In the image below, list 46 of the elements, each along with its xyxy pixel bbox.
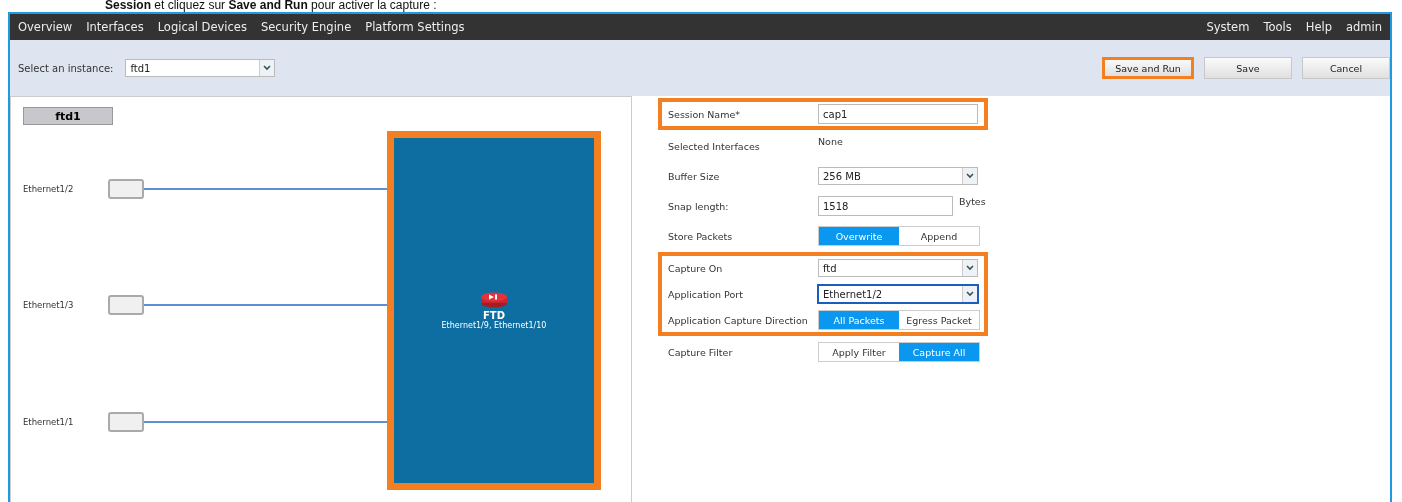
nav-link[interactable]: Platform Settings (365, 20, 465, 34)
text-field[interactable]: 1518 (818, 196, 953, 216)
port-node[interactable] (108, 411, 144, 432)
port-label: Ethernet1/3 (23, 300, 75, 311)
dropdown[interactable]: ftd (818, 259, 978, 277)
nav-link[interactable]: Overview (18, 20, 73, 34)
toolbar-button[interactable]: Cancel (1302, 57, 1390, 79)
field-label: Application Port (668, 288, 744, 300)
field-label: Store Packets (668, 230, 734, 242)
text-field[interactable]: cap1 (818, 104, 978, 124)
field-label: Snap length: (668, 200, 730, 212)
field-label: Capture Filter (668, 346, 734, 358)
app-interfaces: Ethernet1/9, Ethernet1/10 (441, 320, 547, 330)
app-name: FTD (483, 309, 505, 321)
toolbar-button[interactable]: Save and Run (1102, 57, 1194, 79)
nav-link[interactable]: Tools (1263, 20, 1292, 34)
unit-label: Bytes (959, 196, 986, 207)
port-label: Ethernet1/2 (23, 184, 75, 195)
field-value: None (818, 136, 843, 147)
dropdown[interactable]: 256 MB (818, 167, 978, 185)
caret-icon (962, 286, 977, 302)
dropdown[interactable]: Ethernet1/2 (818, 285, 978, 303)
field-label: Application Capture Direction (668, 314, 809, 326)
port-label: Ethernet1/1 (23, 416, 75, 427)
nav-link[interactable]: Interfaces (86, 20, 144, 34)
instance-dropdown[interactable]: ftd1 (125, 59, 276, 77)
firewall-icon (480, 291, 508, 308)
nav-link[interactable]: Security Engine (260, 20, 352, 34)
instance-tab[interactable]: ftd1 (23, 107, 113, 125)
field-label: Session Name* (668, 108, 742, 120)
port-node[interactable] (108, 179, 144, 200)
nav-link[interactable]: Help (1305, 20, 1332, 34)
caret-icon (962, 260, 977, 276)
field-label: Selected Interfaces (668, 140, 761, 152)
instance-label: Select an instance: (18, 62, 114, 74)
caption-text: Session et cliquez sur Save and Run pour activer la capture : (104, 0, 438, 12)
field-label: Buffer Size (668, 170, 721, 182)
app-node[interactable]: FTD Ethernet1/9, Ethernet1/10 (387, 131, 601, 490)
nav-link[interactable]: admin (1345, 20, 1382, 34)
caret-icon (962, 168, 977, 184)
caret-icon (259, 60, 275, 76)
field-label: Capture On (668, 262, 724, 274)
toolbar-button[interactable]: Save (1204, 57, 1292, 79)
nav-link[interactable]: Logical Devices (157, 20, 247, 34)
nav-link[interactable]: System (1206, 20, 1250, 34)
port-node[interactable] (108, 295, 144, 316)
